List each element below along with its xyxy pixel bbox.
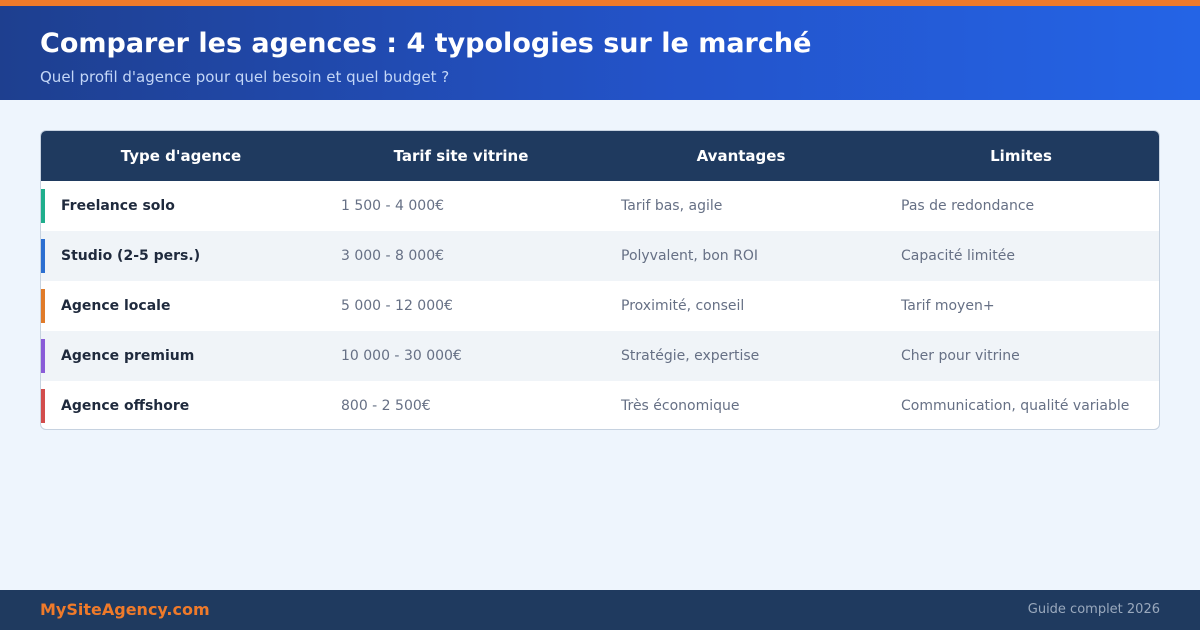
column-header-type: Type d'agence bbox=[120, 147, 242, 165]
cell-price: 5 000 - 12 000€ bbox=[341, 298, 453, 314]
comparison-table: Type d'agence Tarif site vitrine Avantag… bbox=[40, 130, 1160, 430]
cell-cons: Pas de redondance bbox=[901, 198, 1035, 214]
cell-pros: Polyvalent, bon ROI bbox=[621, 248, 758, 264]
cell-agency-type: Studio (2-5 pers.) bbox=[61, 248, 201, 264]
cell-cons: Communication, qualité variable bbox=[901, 398, 1130, 414]
cell-pros: Très économique bbox=[621, 398, 740, 414]
cell-cons: Tarif moyen+ bbox=[901, 298, 995, 314]
table-row: Agence locale 5 000 - 12 000€ Proximité,… bbox=[41, 281, 1159, 331]
cell-price: 10 000 - 30 000€ bbox=[341, 348, 462, 364]
footer-note: Guide complet 2026 bbox=[1027, 602, 1160, 617]
column-header-price: Tarif site vitrine bbox=[393, 147, 529, 165]
cell-agency-type: Agence offshore bbox=[61, 398, 190, 414]
cell-agency-type: Agence premium bbox=[61, 348, 195, 364]
cell-pros: Proximité, conseil bbox=[621, 298, 745, 314]
column-header-pros: Avantages bbox=[696, 147, 786, 165]
row-color-marker bbox=[41, 239, 45, 273]
table-header: Type d'agence Tarif site vitrine Avantag… bbox=[41, 131, 1159, 181]
cell-price: 3 000 - 8 000€ bbox=[341, 248, 445, 264]
cell-price: 1 500 - 4 000€ bbox=[341, 198, 445, 214]
cell-pros: Stratégie, expertise bbox=[621, 348, 760, 364]
cell-agency-type: Freelance solo bbox=[61, 198, 175, 214]
page-title: Comparer les agences : 4 typologies sur … bbox=[40, 28, 812, 59]
table-row: Studio (2-5 pers.) 3 000 - 8 000€ Polyva… bbox=[41, 231, 1159, 281]
row-color-marker bbox=[41, 389, 45, 423]
row-color-marker bbox=[41, 339, 45, 373]
page-subtitle: Quel profil d'agence pour quel besoin et… bbox=[40, 68, 450, 86]
page-header: Comparer les agences : 4 typologies sur … bbox=[0, 6, 1200, 100]
cell-cons: Cher pour vitrine bbox=[901, 348, 1020, 364]
column-header-cons: Limites bbox=[990, 147, 1052, 165]
row-color-marker bbox=[41, 189, 45, 223]
cell-agency-type: Agence locale bbox=[61, 298, 171, 314]
brand-link[interactable]: MySiteAgency.com bbox=[40, 590, 210, 630]
table-row: Agence premium 10 000 - 30 000€ Stratégi… bbox=[41, 331, 1159, 381]
cell-price: 800 - 2 500€ bbox=[341, 398, 431, 414]
row-color-marker bbox=[41, 289, 45, 323]
cell-pros: Tarif bas, agile bbox=[621, 198, 723, 214]
cell-cons: Capacité limitée bbox=[901, 248, 1015, 264]
table-row: Agence offshore 800 - 2 500€ Très économ… bbox=[41, 381, 1159, 429]
page-footer: MySiteAgency.com Guide complet 2026 bbox=[0, 590, 1200, 630]
table-row: Freelance solo 1 500 - 4 000€ Tarif bas,… bbox=[41, 181, 1159, 231]
